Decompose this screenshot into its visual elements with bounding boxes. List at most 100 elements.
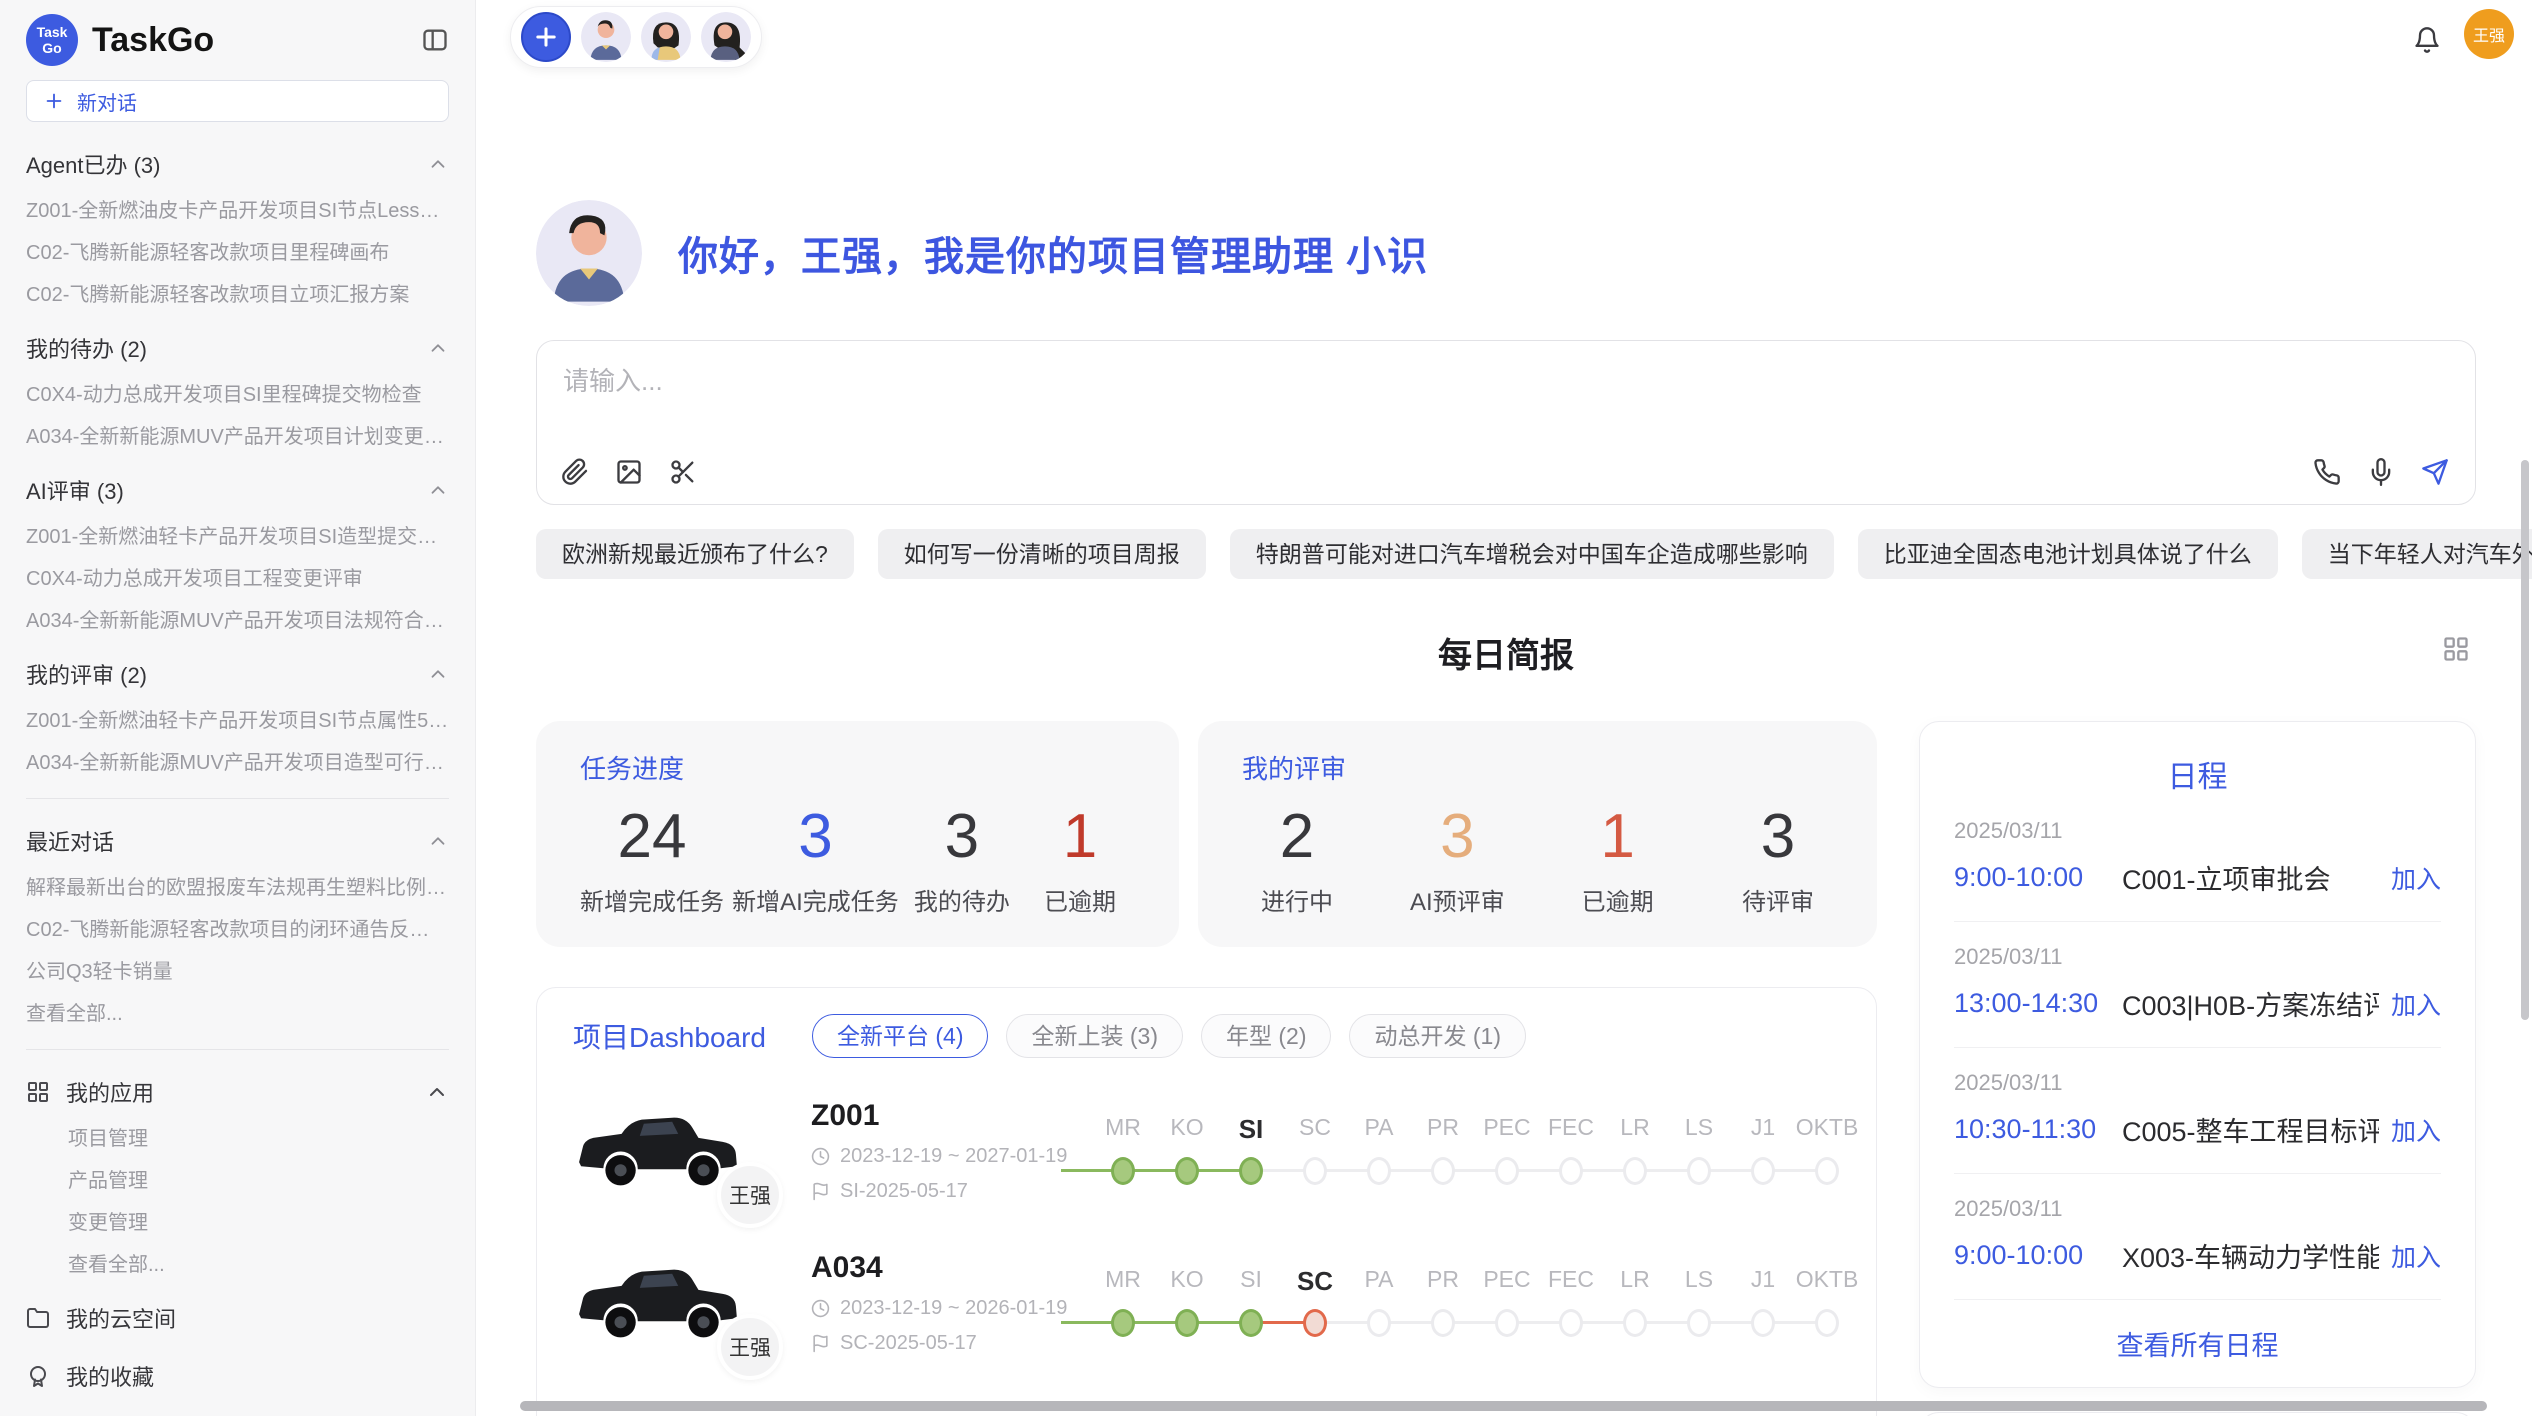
task-item[interactable]: A034-全新新能源MUV产品开发项目造型可行性评审 — [26, 752, 449, 774]
project-row[interactable]: 王强 Z001 2023-12-19 ~ 2027-01-19 — [573, 1092, 1840, 1210]
sidebar-item-favorites[interactable]: 我的收藏 — [26, 1360, 449, 1392]
schedule-date: 2025/03/11 — [1954, 1196, 2441, 1222]
active-milestone-label: SC — [1283, 1266, 1347, 1297]
task-progress-card: 任务进度 24 新增完成任务 3 新增AI完成任务 — [536, 721, 1179, 947]
snippet-button[interactable] — [669, 458, 697, 486]
project-owner-badge: 王强 — [717, 1162, 783, 1228]
sidebar-header: Task Go TaskGo — [26, 14, 449, 66]
card-title: 我的评审 — [1242, 749, 1833, 786]
stat-pending-review: 3 待评审 — [1723, 802, 1833, 917]
grid-icon — [26, 1080, 50, 1104]
phone-icon — [2313, 458, 2341, 486]
section-my-review[interactable]: 我的评审 (2) — [26, 658, 449, 690]
stat-review-overdue: 1 已逾期 — [1563, 802, 1673, 917]
join-button[interactable]: 加入 — [2391, 860, 2441, 896]
milestone-dot — [1559, 1157, 1583, 1185]
app-window: Task Go TaskGo 新对话 Agent已办 (3) Z001-全新燃油… — [0, 0, 2532, 1416]
milestone-dot-done — [1111, 1157, 1135, 1185]
milestone-dot-done — [1175, 1309, 1199, 1337]
section-agent-done[interactable]: Agent已办 (3) — [26, 148, 449, 180]
conversation-item[interactable]: 解释最新出台的欧盟报废车法规再生塑料比例被调至15%... — [26, 877, 449, 899]
section-ai-review[interactable]: AI评审 (3) — [26, 474, 449, 506]
milestone-dot — [1815, 1157, 1839, 1185]
milestone-dot — [1815, 1309, 1839, 1337]
tab-new-platform[interactable]: 全新平台 (4) — [812, 1014, 989, 1058]
stats-row: 任务进度 24 新增完成任务 3 新增AI完成任务 — [536, 721, 1877, 947]
schedule-name: X003-车辆动力学性能验... — [2122, 1236, 2379, 1275]
stat-in-progress: 2 进行中 — [1242, 802, 1352, 917]
composer-right-icons — [2313, 458, 2449, 486]
milestone-dot-done — [1239, 1309, 1263, 1337]
milestone-dot — [1495, 1309, 1519, 1337]
sidebar-item-product-management[interactable]: 产品管理 — [68, 1170, 449, 1192]
layout-toggle-button[interactable] — [2442, 635, 2470, 663]
view-all-schedule-link[interactable]: 查看所有日程 — [1954, 1300, 2441, 1363]
suggestion-chip[interactable]: 比亚迪全固态电池计划具体说了什么 — [1858, 529, 2278, 579]
suggestion-chip[interactable]: 欧洲新规最近颁布了什么? — [536, 529, 854, 579]
attach-button[interactable] — [561, 458, 589, 486]
project-info: Z001 2023-12-19 ~ 2027-01-19 SI-2025-05-… — [811, 1099, 1061, 1203]
suggestion-chip[interactable]: 特朗普可能对进口汽车增税会对中国车企造成哪些影响 — [1230, 529, 1834, 579]
conversation-item[interactable]: 公司Q3轻卡销量 — [26, 961, 449, 983]
suggestion-chip[interactable]: 当下年轻人对汽车外观有怎样的喜好趋势 — [2302, 529, 2532, 579]
join-button[interactable]: 加入 — [2391, 986, 2441, 1022]
milestone-dot — [1367, 1157, 1391, 1185]
tab-model-year[interactable]: 年型 (2) — [1201, 1014, 1332, 1058]
stat-ai-done: 3 新增AI完成任务 — [732, 802, 899, 917]
milestone-dot — [1367, 1309, 1391, 1337]
voice-call-button[interactable] — [2313, 458, 2341, 486]
sidebar-collapse-button[interactable] — [421, 26, 449, 54]
section-recent-chats[interactable]: 最近对话 — [26, 825, 449, 857]
view-all-apps[interactable]: 查看全部... — [68, 1254, 449, 1276]
sidebar-divider — [26, 798, 449, 799]
conversation-item[interactable]: C02-飞腾新能源轻客改款项目的闭环通告反馈情况 — [26, 919, 449, 941]
join-button[interactable]: 加入 — [2391, 1238, 2441, 1274]
project-owner-badge: 王强 — [717, 1314, 783, 1380]
view-all-conversations[interactable]: 查看全部... — [26, 1003, 449, 1025]
sidebar-item-cloud-space[interactable]: 我的云空间 — [26, 1302, 449, 1334]
chat-input[interactable] — [563, 361, 2163, 431]
horizontal-scrollbar[interactable] — [520, 1401, 2487, 1411]
schedule-name: C005-整车工程目标评审 — [2122, 1110, 2379, 1149]
news-card[interactable]: 小鹏飞行汽车制造公司增资 天眼查 App 显示，近日广州汇天飞行汽... — [1919, 1412, 2476, 1416]
tab-new-body[interactable]: 全新上装 (3) — [1006, 1014, 1183, 1058]
milestone-dot — [1751, 1157, 1775, 1185]
task-item[interactable]: C0X4-动力总成开发项目工程变更评审 — [26, 568, 449, 590]
sidebar-item-project-management[interactable]: 项目管理 — [68, 1128, 449, 1150]
brief-right-column: 日程 2025/03/11 9:00-10:00 C001-立项审批会 加入 2… — [1919, 721, 2476, 1416]
send-icon — [2421, 458, 2449, 486]
task-item[interactable]: C0X4-动力总成开发项目SI里程碑提交物检查 — [26, 384, 449, 406]
milestone-dot-overdue — [1303, 1309, 1327, 1337]
microphone-button[interactable] — [2367, 458, 2395, 486]
section-my-todo[interactable]: 我的待办 (2) — [26, 332, 449, 364]
schedule-name: C003|H0B-方案冻结评审 — [2122, 984, 2379, 1023]
milestone-dot — [1687, 1157, 1711, 1185]
task-item[interactable]: Z001-全新燃油轻卡产品开发项目SI节点属性5D文件评审 — [26, 710, 449, 732]
tab-powertrain[interactable]: 动总开发 (1) — [1349, 1014, 1526, 1058]
new-chat-button[interactable]: 新对话 — [26, 80, 449, 122]
suggestion-chips: 欧洲新规最近颁布了什么? 如何写一份清晰的项目周报 特朗普可能对进口汽车增税会对… — [536, 529, 2476, 579]
task-item[interactable]: A034-全新新能源MUV产品开发项目计划变更表编写 — [26, 426, 449, 448]
task-item[interactable]: C02-飞腾新能源轻客改款项目立项汇报方案 — [26, 284, 449, 306]
suggestion-chip[interactable]: 如何写一份清晰的项目周报 — [878, 529, 1206, 579]
task-item[interactable]: A034-全新新能源MUV产品开发项目法规符合性评审 — [26, 610, 449, 632]
task-item[interactable]: Z001-全新燃油皮卡产品开发项目SI节点Lesson Learn报告 — [26, 200, 449, 222]
project-dates: 2023-12-19 ~ 2027-01-19 — [811, 1145, 1061, 1168]
sidebar-item-my-apps[interactable]: 我的应用 — [26, 1076, 449, 1108]
milestone-dot — [1623, 1157, 1647, 1185]
main-area: 王强 你好，王强，我是你的项目管理助理 小识 — [476, 0, 2532, 1416]
join-button[interactable]: 加入 — [2391, 1112, 2441, 1148]
chevron-up-icon — [425, 1080, 449, 1104]
flag-icon — [811, 1182, 830, 1201]
sidebar-item-change-management[interactable]: 变更管理 — [68, 1212, 449, 1234]
task-item[interactable]: C02-飞腾新能源轻客改款项目里程碑画布 — [26, 242, 449, 264]
schedule-time: 10:30-11:30 — [1954, 1114, 2122, 1145]
schedule-card: 日程 2025/03/11 9:00-10:00 C001-立项审批会 加入 2… — [1919, 721, 2476, 1388]
vertical-scrollbar[interactable] — [2521, 460, 2529, 1020]
project-row[interactable]: 王强 A034 2023-12-19 ~ 2026-01-19 — [573, 1244, 1840, 1362]
task-item[interactable]: Z001-全新燃油轻卡产品开发项目SI造型提交物评审 — [26, 526, 449, 548]
image-upload-button[interactable] — [615, 458, 643, 486]
schedule-time: 9:00-10:00 — [1954, 862, 2122, 893]
project-dashboard-card: 项目Dashboard 全新平台 (4) 全新上装 (3) 年型 (2) 动总开… — [536, 987, 1877, 1416]
send-button[interactable] — [2421, 458, 2449, 486]
